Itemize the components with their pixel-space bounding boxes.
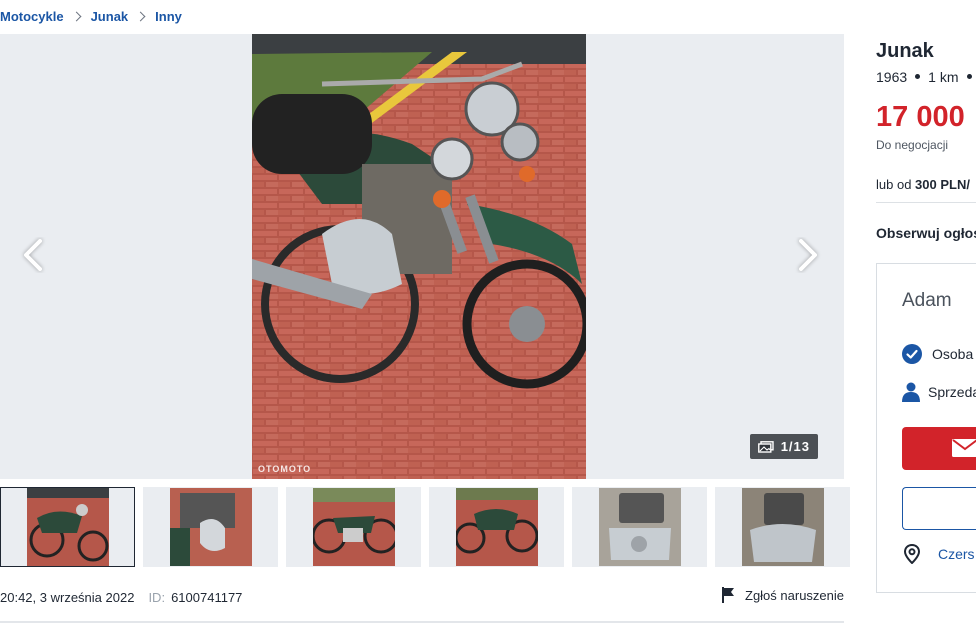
chevron-right-icon — [799, 239, 817, 271]
seller-location-text: Czers — [938, 546, 975, 562]
spec-mileage: 1 km — [928, 69, 959, 85]
send-message-button[interactable] — [902, 427, 976, 470]
listing-title: Junak — [876, 40, 934, 62]
seller-name: Adam — [902, 290, 952, 311]
thumbnail-image — [27, 488, 109, 566]
thumbnail-image — [456, 488, 538, 566]
person-icon — [902, 382, 920, 402]
chevron-right-icon — [135, 11, 146, 21]
report-label: Zgłoś naruszenie — [745, 587, 844, 603]
previous-photo-button[interactable] — [16, 237, 52, 273]
chevron-right-icon — [71, 11, 82, 21]
listing-id: 6100741177 — [171, 590, 243, 605]
breadcrumb-inny[interactable]: Inny — [155, 9, 182, 24]
show-phone-button[interactable] — [902, 487, 976, 530]
watermark-logo: OTOMOTO — [258, 464, 312, 474]
next-photo-button[interactable] — [789, 237, 825, 273]
seller-type: Osoba — [932, 346, 974, 362]
thumbnail-4[interactable] — [429, 487, 564, 567]
verified-check-icon — [902, 344, 922, 364]
listing-price: 17 000 — [876, 101, 965, 133]
seller-location[interactable]: Czers — [904, 544, 975, 564]
thumbnail-5[interactable] — [572, 487, 707, 567]
flag-icon — [722, 587, 734, 603]
breadcrumb: Motocykle Junak Inny — [0, 0, 182, 32]
thumbnail-image — [313, 488, 395, 566]
listing-meta: 20:42, 3 września 2022 ID: 6100741177 Zg… — [0, 587, 844, 605]
breadcrumb-junak[interactable]: Junak — [91, 9, 129, 24]
location-pin-icon — [904, 544, 920, 564]
thumbnail-image — [170, 488, 252, 566]
thumbnail-strip — [0, 487, 850, 567]
observe-listing-button[interactable]: Obserwuj ogłos — [876, 225, 976, 241]
financing-prefix: lub od — [876, 177, 912, 192]
chevron-left-icon — [24, 239, 42, 271]
seller-role-row: Sprzeda — [902, 382, 976, 402]
thumbnail-1[interactable] — [0, 487, 135, 567]
financing-value: 300 PLN/ — [915, 177, 970, 192]
seller-role: Sprzeda — [928, 384, 976, 400]
listing-id-label: ID: — [148, 590, 166, 605]
negotiation-label: Do negocjacji — [876, 138, 949, 152]
listing-specs: 1963 1 km — [876, 69, 976, 85]
photo-counter-text: 1/13 — [780, 439, 810, 454]
financing-link[interactable]: lub od 300 PLN/ — [876, 177, 970, 192]
main-photo[interactable]: OTOMOTO — [252, 34, 586, 479]
bullet-icon — [966, 74, 972, 80]
divider — [876, 202, 976, 203]
thumbnail-image — [742, 488, 824, 566]
breadcrumb-motocykle[interactable]: Motocykle — [0, 9, 64, 24]
seller-type-row: Osoba — [902, 344, 973, 364]
motorcycle-photo — [252, 34, 586, 479]
thumbnail-6[interactable] — [715, 487, 850, 567]
listing-date: 20:42, 3 września 2022 — [0, 590, 135, 605]
listing-sidebar: Junak 1963 1 km 17 000 Do negocjacji lub … — [876, 0, 976, 624]
spec-year: 1963 — [876, 69, 908, 85]
seller-card: Adam Osoba Sprzeda Czers — [876, 263, 976, 593]
thumbnail-image — [599, 488, 681, 566]
photo-counter[interactable]: 1/13 — [749, 434, 818, 459]
thumbnail-2[interactable] — [143, 487, 278, 567]
bullet-icon — [915, 74, 921, 80]
photo-gallery: OTOMOTO 1/13 — [0, 34, 844, 479]
gallery-icon — [757, 440, 774, 453]
divider — [0, 621, 844, 623]
thumbnail-3[interactable] — [286, 487, 421, 567]
report-button[interactable]: Zgłoś naruszenie — [721, 587, 844, 603]
envelope-icon — [952, 439, 976, 457]
